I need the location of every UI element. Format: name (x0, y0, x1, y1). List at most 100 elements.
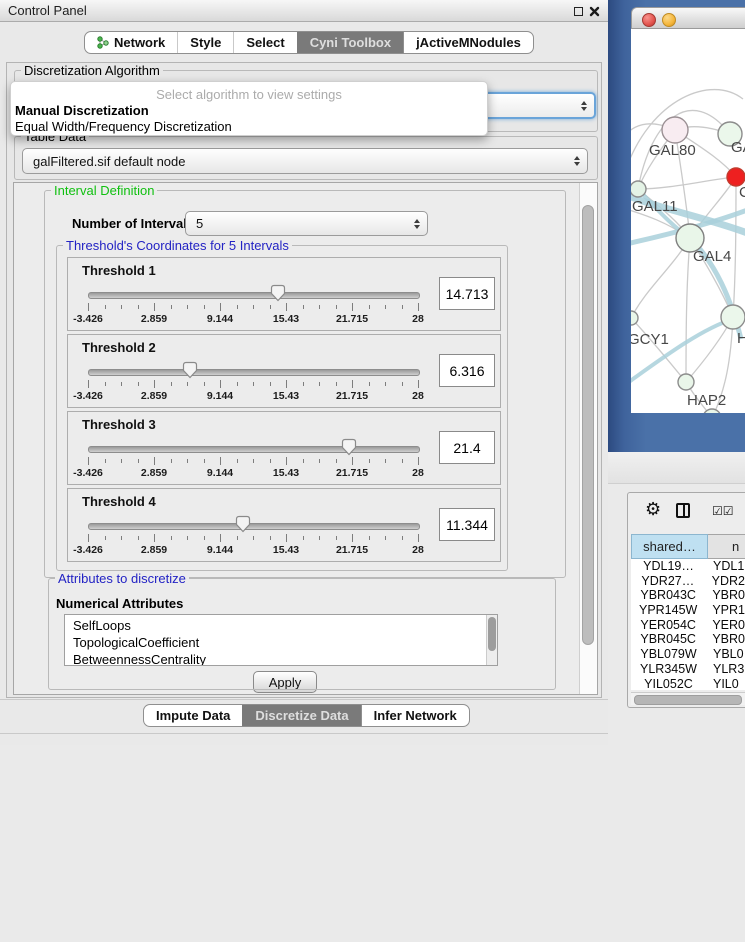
thresholds-group-title: Threshold's Coordinates for 5 Intervals (63, 239, 292, 253)
slider-tick (303, 382, 304, 386)
slider-track[interactable] (88, 523, 420, 530)
slider-thumb[interactable] (341, 438, 357, 456)
slider-thumb[interactable] (235, 515, 251, 533)
table-row[interactable]: YIL052CYIL0 (631, 677, 745, 691)
slider-tick (418, 303, 419, 311)
threshold-label: Threshold 1 (82, 263, 156, 278)
slider-tick (204, 536, 205, 540)
list-item[interactable]: BetweennessCentrality (73, 651, 497, 666)
control-panel-titlebar: Control Panel (0, 0, 608, 22)
slider-tick (286, 457, 287, 465)
combo-stepper-icon (574, 156, 580, 166)
slider-thumb[interactable] (182, 361, 198, 379)
table-horizontal-scrollbar[interactable] (631, 692, 745, 705)
cell-shared-name: YBR045C (631, 632, 705, 647)
slider-tick-label: 2.859 (141, 544, 167, 556)
slider-tick-label: 28 (412, 313, 424, 325)
table-row[interactable]: YDR27…YDR2 (631, 574, 745, 589)
float-window-icon[interactable] (574, 7, 583, 16)
slider-tick (319, 536, 320, 540)
table-row[interactable]: YBL079WYBL0 (631, 647, 745, 662)
table-row[interactable]: YBR045CYBR0 (631, 632, 745, 647)
close-traffic-light-icon[interactable] (642, 13, 656, 27)
numerical-attributes-list[interactable]: SelfLoopsTopologicalCoefficientBetweenne… (64, 614, 498, 666)
tab-style[interactable]: Style (177, 32, 233, 53)
table-row[interactable]: YER054CYER0 (631, 618, 745, 633)
cell-name: YIL0 (706, 677, 739, 691)
number-of-intervals-combo[interactable]: 5 (185, 211, 428, 236)
svg-text:GAL80: GAL80 (649, 142, 696, 159)
list-item[interactable]: TopologicalCoefficient (73, 634, 497, 651)
slider-tick-label: 28 (412, 390, 424, 402)
cell-shared-name: YPR145W (631, 603, 705, 618)
gear-icon[interactable]: ⚙ (645, 499, 661, 520)
slider-tick (187, 536, 188, 540)
minimize-traffic-light-icon[interactable] (662, 13, 676, 27)
column-header-shared[interactable]: shared… (631, 534, 708, 559)
select-columns-icon[interactable]: ☑☑ (712, 504, 734, 518)
column-header-name[interactable]: n (708, 534, 745, 559)
numerical-attributes-label: Numerical Attributes (56, 596, 183, 611)
tab-label: Cyni Toolbox (310, 35, 391, 50)
cell-name: YDR2 (705, 574, 745, 589)
slider-track[interactable] (88, 369, 420, 376)
tab-infer-network[interactable]: Infer Network (361, 705, 469, 726)
slider-track[interactable] (88, 446, 420, 453)
list-item[interactable]: SelfLoops (73, 617, 497, 634)
slider-tick (270, 382, 271, 386)
table-row[interactable]: YBR043CYBR0 (631, 588, 745, 603)
table-rows[interactable]: YDL19…YDL1YDR27…YDR2YBR043CYBR0YPR145WYP… (631, 559, 745, 690)
tab-discretize-data[interactable]: Discretize Data (242, 705, 360, 726)
algorithm-option[interactable]: Equal Width/Frequency Discretization (15, 119, 232, 134)
network-canvas[interactable]: GAL80GACGAL11GAL4GCY1HHAP2 (631, 29, 745, 413)
slider-tick (402, 459, 403, 463)
slider-tick (171, 536, 172, 540)
zoom-traffic-light-icon[interactable] (682, 13, 694, 25)
slider-tick (237, 536, 238, 540)
combo-stepper-icon (414, 219, 420, 229)
threshold-label: Threshold 2 (82, 340, 156, 355)
table-header-row: shared… n (631, 534, 745, 559)
slider-tick (418, 534, 419, 542)
svg-text:HAP2: HAP2 (687, 392, 726, 409)
tab-jactivemnodules[interactable]: jActiveMNodules (403, 32, 533, 53)
scrollpane-scrollbar-thumb[interactable] (582, 205, 594, 645)
table-data-combo[interactable]: galFiltered.sif default node (22, 148, 588, 174)
slider-thumb[interactable] (270, 284, 286, 302)
tab-network[interactable]: Network (85, 32, 177, 53)
tab-cyni-toolbox[interactable]: Cyni Toolbox (297, 32, 403, 53)
threshold-value-box[interactable]: 6.316 (439, 354, 495, 387)
network-graph: GAL80GACGAL11GAL4GCY1HHAP2 (631, 29, 745, 413)
slider-tick-label: 21.715 (336, 467, 368, 479)
attributes-list-scrollbar[interactable] (486, 615, 497, 665)
tab-impute-data[interactable]: Impute Data (144, 705, 242, 726)
window-title: Control Panel (8, 3, 87, 18)
column-layout-icon[interactable] (676, 503, 690, 518)
tab-select[interactable]: Select (233, 32, 296, 53)
slider-tick (171, 305, 172, 309)
slider-tick (253, 305, 254, 309)
threshold-value-box[interactable]: 14.713 (439, 277, 495, 310)
slider-tick-label: 2.859 (141, 467, 167, 479)
slider-tick (303, 536, 304, 540)
slider-tick (352, 380, 353, 388)
close-icon[interactable] (588, 4, 602, 18)
slider-track[interactable] (88, 292, 420, 299)
algorithm-option[interactable]: Manual Discretization (15, 103, 149, 118)
slider-tick-label: -3.426 (73, 544, 103, 556)
table-row[interactable]: YLR345WYLR3 (631, 662, 745, 677)
slider-tick (270, 459, 271, 463)
cell-name: YPR1 (705, 603, 745, 618)
table-row[interactable]: YPR145WYPR1 (631, 603, 745, 618)
slider-tick (253, 382, 254, 386)
tab-label: Impute Data (156, 708, 230, 723)
svg-text:GA: GA (731, 139, 745, 156)
slider-tick-label: -3.426 (73, 467, 103, 479)
slider-tick (385, 536, 386, 540)
slider-tick (352, 457, 353, 465)
threshold-value-box[interactable]: 21.4 (439, 431, 495, 464)
threshold-value-box[interactable]: 11.344 (439, 508, 495, 541)
slider-tick (121, 305, 122, 309)
table-row[interactable]: YDL19…YDL1 (631, 559, 745, 574)
slider-tick (88, 303, 89, 311)
